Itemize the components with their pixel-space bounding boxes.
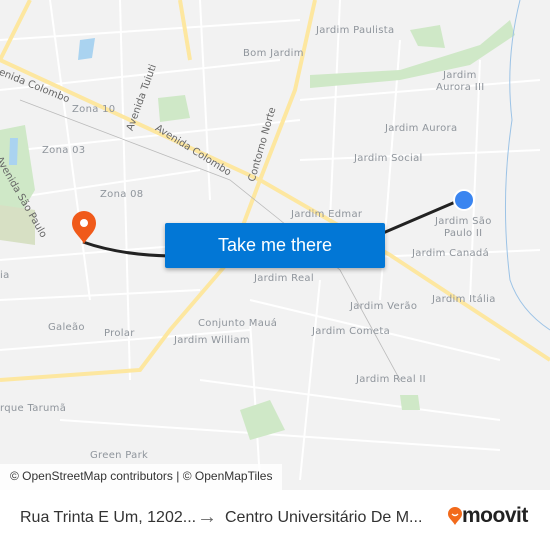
place-label: Jardim Aurora: [385, 123, 458, 134]
place-label: Jardim Itália: [432, 294, 496, 305]
river: [504, 0, 550, 331]
origin-name: Rua Trinta E Um, 1202...: [20, 509, 197, 526]
place-label: ia: [0, 270, 10, 281]
place-label: Jardim Canadá: [412, 248, 490, 259]
place-label: Zona 08: [100, 189, 144, 200]
place-label: Jardim Real: [254, 273, 314, 284]
place-label: Zona 03: [42, 145, 86, 156]
place-label: Zona 10: [72, 104, 116, 115]
place-label: Jardim Paulista: [316, 25, 395, 36]
place-label: rque Tarumã: [0, 403, 67, 414]
place-label: Jardim Cometa: [312, 326, 391, 337]
arrow-right-icon: →: [197, 506, 217, 528]
place-label: Bom Jardim: [243, 48, 304, 59]
take-me-there-button[interactable]: Take me there: [165, 223, 385, 268]
footer: Rua Trinta E Um, 1202... → Centro Univer…: [0, 490, 550, 550]
place-label: Jardim Social: [354, 153, 423, 164]
place-label: Jardim Verão: [350, 301, 418, 312]
destination-pin-icon: [72, 211, 96, 244]
map-attribution[interactable]: © OpenStreetMap contributors | © OpenMap…: [0, 464, 283, 490]
place-label: Jardim: [443, 70, 477, 81]
place-label: Jardim Edmar: [291, 209, 363, 220]
place-label: Conjunto Mauá: [198, 318, 278, 329]
origin-marker-icon: [453, 189, 475, 211]
place-label: Prolar: [104, 328, 135, 339]
place-label: Galeão: [48, 322, 85, 333]
place-label: Aurora III: [436, 82, 485, 93]
destination-name: Centro Universitário De M...: [225, 509, 423, 526]
moovit-logo[interactable]: moovit: [448, 504, 528, 528]
moovit-wordmark: moovit: [462, 504, 528, 527]
place-label: Jardim Real II: [356, 374, 426, 385]
place-label: Jardim William: [174, 335, 250, 346]
place-label: Jardim São: [435, 216, 492, 227]
place-label: Green Park: [90, 450, 149, 461]
place-label: Paulo II: [444, 228, 483, 239]
moovit-pin-icon: [448, 507, 462, 525]
map[interactable]: Jardim Paulista Bom Jardim Jardim Aurora…: [0, 0, 550, 490]
